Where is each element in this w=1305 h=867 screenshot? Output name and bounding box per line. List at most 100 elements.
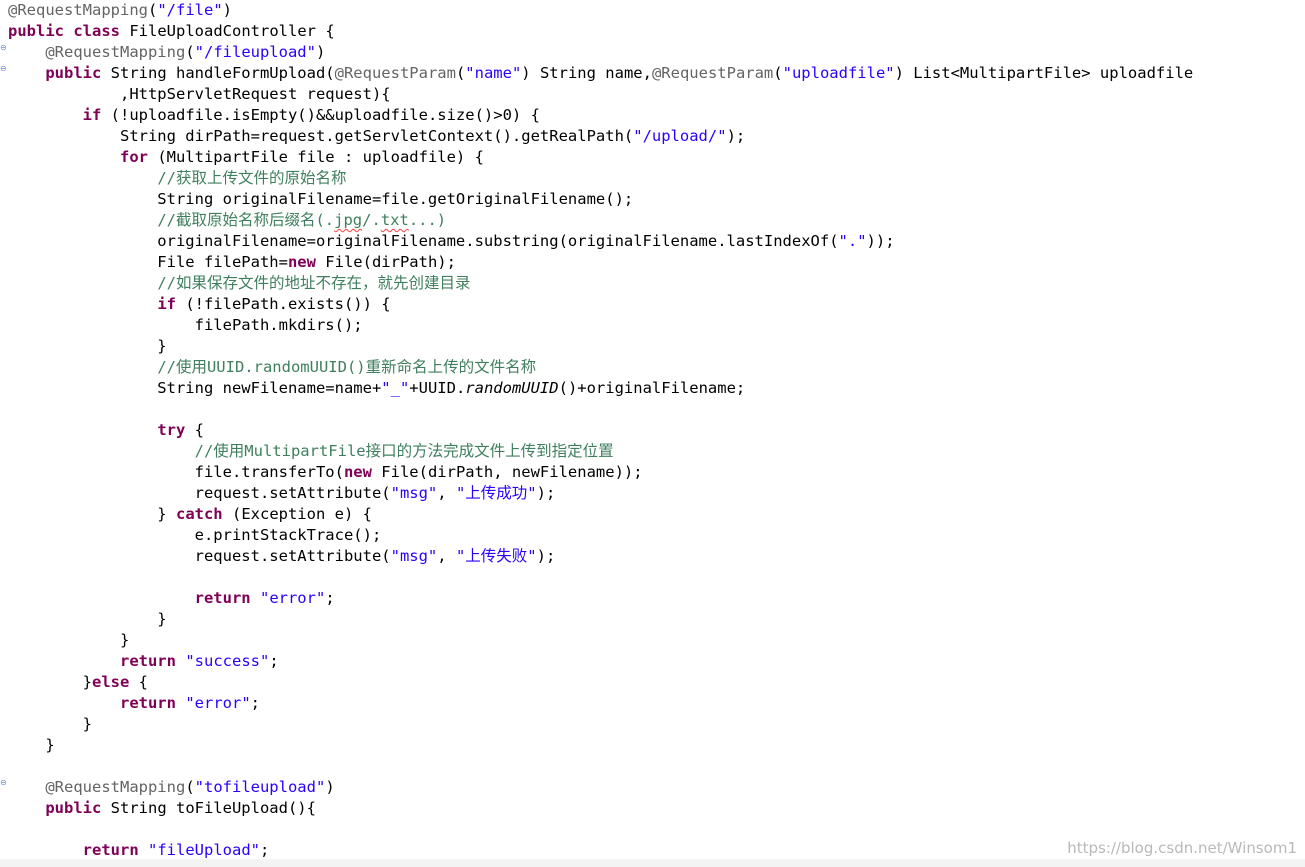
code-token: return	[119, 652, 176, 670]
code-token: catch	[175, 505, 223, 523]
code-token: String newFilename=name+	[8, 379, 382, 397]
code-line[interactable]: }	[8, 336, 166, 357]
code-line[interactable]: @RequestMapping("tofileupload")	[8, 777, 334, 798]
code-token: ;	[259, 841, 270, 859]
code-token: ));	[866, 232, 895, 250]
code-token: );	[536, 484, 556, 502]
code-token: file.transferTo(	[8, 463, 344, 481]
code-line[interactable]: public String handleFormUpload( @RequestP…	[8, 63, 1193, 84]
code-token: "tofileupload"	[194, 778, 326, 796]
code-line[interactable]: String originalFilename=file.getOriginal…	[8, 189, 633, 210]
code-line[interactable]: file.transferTo(new File(dirPath, newFil…	[8, 462, 643, 483]
code-token: "/upload/"	[633, 127, 727, 145]
code-line[interactable]: String dirPath=request.getServletContext…	[8, 126, 745, 147]
code-token: @RequestMapping	[45, 43, 186, 61]
code-token: (MultipartFile file : uploadfile) {	[147, 148, 484, 166]
code-line[interactable]: }else {	[8, 672, 148, 693]
code-token: public	[45, 799, 102, 817]
code-line[interactable]: return "error";	[8, 693, 260, 714]
code-line[interactable]: public class FileUploadController {	[8, 21, 335, 42]
code-line[interactable]: }	[8, 714, 92, 735]
code-line[interactable]: //使用MultipartFile接口的方法完成文件上传到指定位置	[8, 441, 614, 462]
code-line[interactable]: filePath.mkdirs();	[8, 315, 363, 336]
code-line[interactable]: if (!filePath.exists()) {	[8, 294, 390, 315]
code-token: "上传成功"	[455, 484, 537, 502]
code-token: //使用UUID.randomUUID()重新命名上传的文件名称	[157, 358, 537, 376]
code-line[interactable]: for (MultipartFile file : uploadfile) {	[8, 147, 484, 168]
code-token: if	[82, 106, 102, 124]
code-token: @RequestParam	[651, 64, 774, 82]
code-line[interactable]: }	[8, 735, 55, 756]
code-token: //使用MultipartFile接口的方法完成文件上传到指定位置	[194, 442, 614, 460]
code-line[interactable]: }	[8, 609, 167, 630]
code-token: //截取原始名称后缀名(.	[157, 211, 335, 229]
code-line[interactable]: //如果保存文件的地址不存在，就先创建目录	[8, 273, 470, 294]
code-line[interactable]: @RequestMapping("/file")	[8, 0, 232, 21]
code-line[interactable]: } catch (Exception e) {	[8, 504, 372, 525]
code-token: (	[455, 64, 466, 82]
fold-toggle-icon[interactable]: ⊖	[0, 779, 7, 787]
code-line[interactable]: //使用UUID.randomUUID()重新命名上传的文件名称	[8, 357, 536, 378]
fold-toggle-icon[interactable]: ⊖	[0, 65, 7, 73]
watermark: https://blog.csdn.net/Winsom1	[1067, 839, 1297, 857]
code-line[interactable]: if (!uploadfile.isEmpty()&&uploadfile.si…	[8, 105, 540, 126]
code-line[interactable]: return "success";	[8, 651, 279, 672]
code-token: request.setAttribute(	[8, 484, 391, 502]
code-editor[interactable]: @RequestMapping("/file") public class Fil…	[0, 0, 1305, 867]
bottom-scroll-strip[interactable]	[0, 859, 1305, 867]
code-token: txt	[380, 211, 409, 229]
code-token: (	[147, 1, 158, 19]
code-token: )	[222, 1, 232, 19]
code-token: }	[8, 736, 55, 754]
code-line[interactable]: @RequestMapping("/fileupload")	[8, 42, 325, 63]
code-line[interactable]: //获取上传文件的原始名称	[8, 168, 346, 189]
code-token: "fileUpload"	[148, 841, 260, 859]
code-line[interactable]: }	[8, 630, 129, 651]
code-token: public	[45, 64, 102, 82]
code-token: FileUploadController {	[120, 22, 335, 40]
code-line[interactable]: //截取原始名称后缀名(.jpg/.txt...)	[8, 210, 446, 231]
code-token: filePath.mkdirs();	[8, 316, 363, 334]
code-line[interactable]: e.printStackTrace();	[8, 525, 382, 546]
editor-gutter	[0, 0, 8, 867]
code-line[interactable]: File filePath=new File(dirPath);	[8, 252, 456, 273]
code-token: );	[726, 127, 746, 145]
code-line[interactable]: return "error";	[8, 588, 335, 609]
fold-toggle-icon[interactable]: ⊖	[0, 44, 7, 52]
code-token: "msg"	[390, 547, 438, 565]
code-token: (Exception e) {	[222, 505, 372, 523]
code-token: ;	[325, 589, 335, 607]
code-line[interactable]: try {	[8, 420, 204, 441]
code-token: "success"	[185, 652, 270, 670]
code-token: String handleFormUpload(	[101, 64, 335, 82]
code-line[interactable]: public String toFileUpload(){	[8, 798, 316, 819]
code-line[interactable]: return "fileUpload";	[8, 840, 270, 861]
code-token: originalFilename=originalFilename.substr…	[8, 232, 839, 250]
code-token: +UUID.	[409, 379, 466, 397]
code-line[interactable]: request.setAttribute("msg", "上传成功");	[8, 483, 556, 504]
code-token: (	[773, 64, 783, 82]
code-token: randomUUID	[465, 379, 559, 397]
code-token: //如果保存文件的地址不存在，就先创建目录	[157, 274, 471, 292]
code-line[interactable]: request.setAttribute("msg", "上传失败");	[8, 546, 556, 567]
code-token: ,	[437, 484, 456, 502]
code-token: }	[8, 610, 167, 628]
code-token: @RequestMapping	[45, 778, 186, 796]
code-line[interactable]: originalFilename=originalFilename.substr…	[8, 231, 895, 252]
code-token: File filePath=	[8, 253, 288, 271]
code-token: {	[129, 673, 148, 691]
code-token: );	[536, 547, 556, 565]
code-line[interactable]: ,HttpServletRequest request){	[8, 84, 391, 105]
code-line[interactable]: String newFilename=name+"_"+UUID.randomU…	[8, 378, 745, 399]
